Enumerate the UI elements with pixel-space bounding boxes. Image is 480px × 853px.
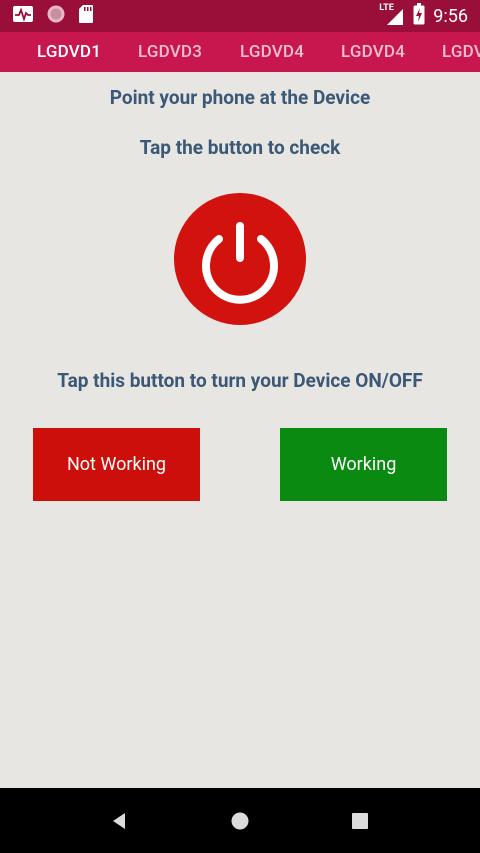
- clock: 9:56: [433, 5, 468, 27]
- record-icon: [46, 4, 66, 28]
- recents-icon: [352, 812, 368, 829]
- back-button[interactable]: [90, 788, 150, 853]
- battery-charging-icon: [413, 2, 425, 30]
- instruction-toggle: Tap this button to turn your Device ON/O…: [57, 369, 423, 392]
- status-left-icons: [0, 4, 94, 28]
- home-button[interactable]: [210, 788, 270, 853]
- activity-icon: [12, 5, 34, 27]
- sd-card-icon: [78, 4, 94, 28]
- recents-button[interactable]: [330, 788, 390, 853]
- tab-lgdvd4[interactable]: LGDVD4: [240, 32, 304, 72]
- tab-bar: LGDVD1 LGDVD3 LGDVD4 LGDVD4 LGDVD: [0, 32, 480, 72]
- signal-icon: LTE: [379, 3, 405, 27]
- working-button[interactable]: Working: [280, 428, 447, 501]
- status-bar: LTE 9:56: [0, 0, 480, 32]
- tab-lgdvd4-second[interactable]: LGDVD4: [341, 32, 405, 72]
- tab-lgdvd1[interactable]: LGDVD1: [37, 32, 101, 72]
- navigation-bar: [0, 788, 480, 853]
- back-icon: [113, 812, 125, 829]
- home-icon: [231, 812, 249, 829]
- power-icon: [202, 222, 278, 304]
- tab-lgdvd3[interactable]: LGDVD3: [138, 32, 202, 72]
- main-content: Point your phone at the Device Tap the b…: [0, 72, 480, 788]
- instruction-point: Point your phone at the Device: [109, 86, 371, 109]
- status-right-icons: LTE 9:56: [379, 2, 480, 30]
- not-working-button[interactable]: Not Working: [33, 428, 200, 501]
- power-button[interactable]: [174, 193, 306, 325]
- instruction-tap: Tap the button to check: [139, 136, 341, 159]
- tab-lgdvd-partial[interactable]: LGDVD: [442, 32, 480, 72]
